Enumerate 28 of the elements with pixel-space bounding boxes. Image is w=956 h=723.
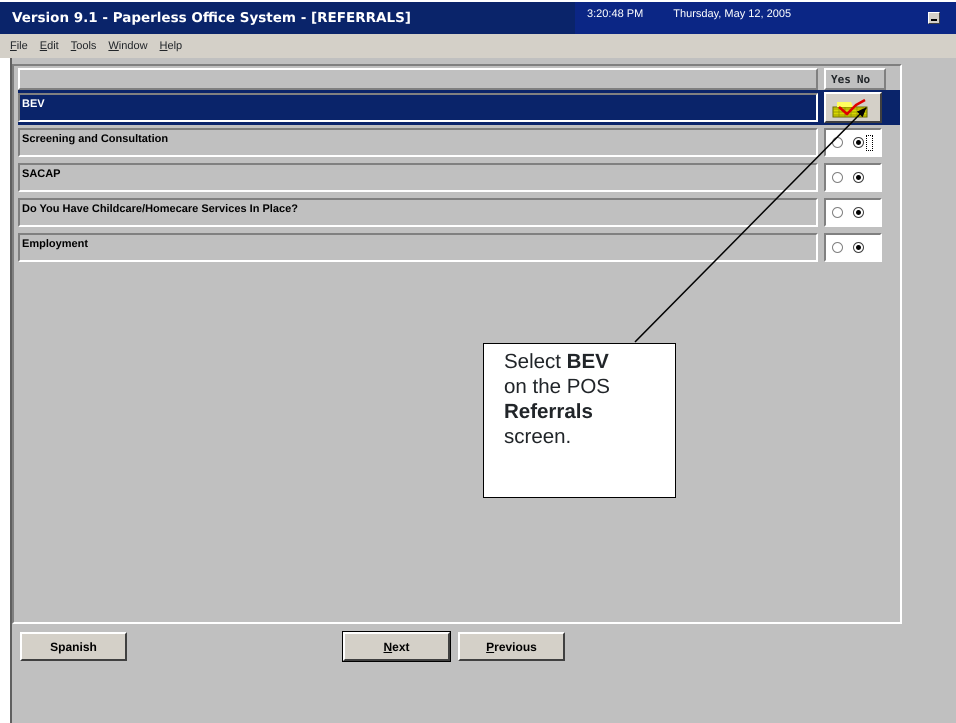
radio-button[interactable] bbox=[832, 137, 843, 148]
menu-item[interactable]: Window bbox=[108, 38, 148, 58]
radio-button[interactable] bbox=[832, 242, 843, 253]
radio-button[interactable] bbox=[853, 242, 864, 253]
window-title: Version 9.1 - Paperless Office System - [REFERRALS] bbox=[11, 9, 412, 28]
column-header: Yes No bbox=[824, 68, 886, 90]
menu-item[interactable]: Help bbox=[160, 38, 182, 58]
radio-button[interactable] bbox=[832, 172, 843, 183]
referral-button[interactable] bbox=[824, 92, 882, 123]
dialog-button[interactable]: Spanish bbox=[20, 632, 127, 661]
radio-button[interactable] bbox=[853, 137, 864, 148]
row-label[interactable]: SACAP bbox=[18, 163, 818, 192]
row-label[interactable]: Employment bbox=[18, 233, 818, 262]
radio-button[interactable] bbox=[853, 207, 864, 218]
minimize-button[interactable] bbox=[928, 12, 940, 24]
dialog-button[interactable]: Next bbox=[343, 632, 450, 661]
callout-text: Select BEV on the POS Referrals screen. bbox=[483, 343, 676, 498]
radio-button[interactable] bbox=[853, 172, 864, 183]
menu-item[interactable]: File bbox=[10, 38, 28, 58]
row-label[interactable]: Screening and Consultation bbox=[18, 128, 818, 157]
menu-item[interactable]: Tools bbox=[70, 38, 96, 58]
clock-time: 3:20:48 PM bbox=[587, 7, 644, 22]
clock-date: Thursday, May 12, 2005 bbox=[673, 7, 792, 22]
menu-item[interactable]: Edit bbox=[40, 38, 59, 58]
row-label[interactable]: Do You Have Childcare/Homecare Services In Place? bbox=[18, 198, 818, 227]
radio-button[interactable] bbox=[832, 207, 843, 218]
dialog-button[interactable]: Previous bbox=[458, 632, 565, 661]
row-label[interactable]: BEV bbox=[18, 93, 818, 122]
